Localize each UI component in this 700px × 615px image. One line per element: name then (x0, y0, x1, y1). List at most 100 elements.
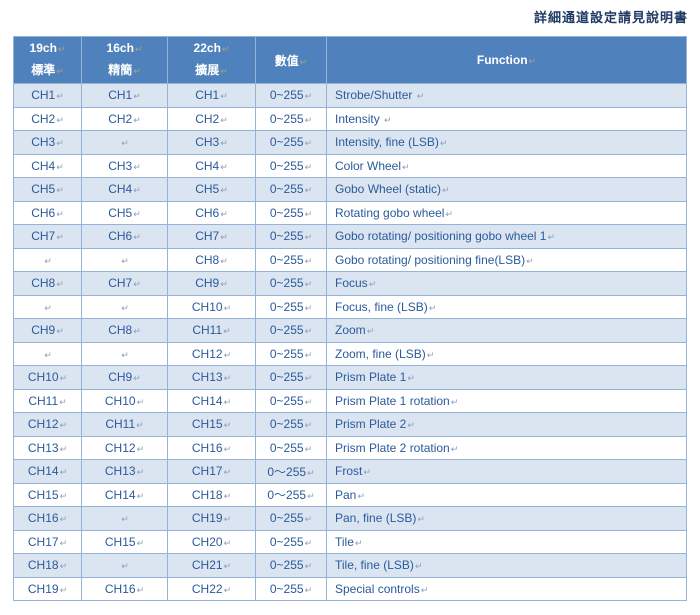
return-mark-icon: ↵ (133, 232, 141, 242)
return-mark-icon: ↵ (60, 444, 68, 454)
cell-text: CH8 (195, 253, 219, 267)
return-mark-icon: ↵ (60, 585, 68, 595)
return-mark-icon: ↵ (451, 397, 459, 407)
cell-text: 0~255 (270, 582, 304, 596)
cell-text: CH14 (28, 464, 59, 478)
cell-ch19: CH10↵ (14, 366, 82, 390)
cell-ch16: ↵ (82, 131, 168, 155)
cell-function: Prism Plate 2↵ (327, 413, 687, 437)
cell-text: CH13 (28, 441, 59, 455)
cell-text: 0~255 (270, 417, 304, 431)
cell-text: Tile (335, 535, 354, 549)
cell-ch16: CH9↵ (82, 366, 168, 390)
cell-ch22: CH12↵ (168, 342, 256, 366)
return-mark-icon: ↵ (305, 326, 313, 336)
cell-text: CH11 (28, 394, 58, 408)
return-mark-icon: ↵ (56, 138, 64, 148)
cell-text: CH8 (108, 323, 132, 337)
return-mark-icon: ↵ (137, 538, 145, 548)
return-mark-icon: ↵ (305, 514, 313, 524)
cell-ch19: CH3↵ (14, 131, 82, 155)
return-mark-icon: ↵ (121, 138, 129, 148)
cell-ch22: CH3↵ (168, 131, 256, 155)
return-mark-icon: ↵ (220, 66, 228, 76)
cell-text: CH7 (31, 229, 55, 243)
return-mark-icon: ↵ (220, 115, 228, 125)
table-row: CH7↵CH6↵CH7↵0~255↵Gobo rotating/ positio… (14, 225, 687, 249)
cell-ch22: CH10↵ (168, 295, 256, 319)
cell-text: CH17 (192, 464, 223, 478)
return-mark-icon: ↵ (427, 350, 435, 360)
return-mark-icon: ↵ (133, 185, 141, 195)
cell-text: 0~255 (270, 558, 304, 572)
cell-ch19: CH2↵ (14, 107, 82, 131)
return-mark-icon: ↵ (133, 373, 141, 383)
cell-text: CH11 (192, 323, 222, 337)
return-mark-icon: ↵ (305, 444, 313, 454)
return-mark-icon: ↵ (60, 373, 68, 383)
cell-ch19: CH7↵ (14, 225, 82, 249)
return-mark-icon: ↵ (133, 66, 141, 76)
cell-text: 0～255 (267, 488, 306, 502)
cell-text: Intensity (335, 112, 383, 126)
cell-function: Prism Plate 1 rotation↵ (327, 389, 687, 413)
header-line: 22ch↵ (168, 38, 255, 60)
return-mark-icon: ↵ (305, 279, 313, 289)
cell-text: Prism Plate 1 rotation (335, 394, 450, 408)
cell-text: Intensity, fine (LSB) (335, 135, 439, 149)
return-mark-icon: ↵ (60, 561, 68, 571)
header-line: 精簡↵ (82, 60, 167, 82)
return-mark-icon: ↵ (222, 44, 230, 54)
return-mark-icon: ↵ (357, 491, 365, 501)
return-mark-icon: ↵ (220, 162, 228, 172)
return-mark-icon: ↵ (133, 162, 141, 172)
cell-value: 0~255↵ (256, 366, 327, 390)
return-mark-icon: ↵ (220, 232, 228, 242)
cell-value: 0~255↵ (256, 84, 327, 108)
return-mark-icon: ↵ (300, 57, 308, 67)
cell-text: CH18 (28, 558, 59, 572)
cell-text: CH2 (195, 112, 219, 126)
cell-ch16: ↵ (82, 507, 168, 531)
table-header: 19ch↵ 標準↵ 16ch↵ 精簡↵ 22ch↵ 擴展↵ 數值↵ Functi… (14, 37, 687, 84)
cell-text: CH9 (31, 323, 55, 337)
cell-text: Zoom, fine (LSB) (335, 347, 426, 361)
return-mark-icon: ↵ (529, 56, 537, 66)
cell-ch22: CH5↵ (168, 178, 256, 202)
return-mark-icon: ↵ (56, 326, 64, 336)
return-mark-icon: ↵ (224, 538, 232, 548)
cell-text: Rotating gobo wheel (335, 206, 444, 220)
cell-ch22: CH11↵ (168, 319, 256, 343)
cell-function: Color Wheel↵ (327, 154, 687, 178)
cell-value: 0~255↵ (256, 507, 327, 531)
return-mark-icon: ↵ (547, 232, 555, 242)
cell-ch19: CH8↵ (14, 272, 82, 296)
return-mark-icon: ↵ (224, 467, 232, 477)
return-mark-icon: ↵ (56, 209, 64, 219)
cell-ch19: CH6↵ (14, 201, 82, 225)
cell-text: CH6 (108, 229, 132, 243)
cell-ch16: CH8↵ (82, 319, 168, 343)
return-mark-icon: ↵ (58, 44, 66, 54)
cell-value: 0～255↵ (256, 460, 327, 484)
return-mark-icon: ↵ (307, 491, 315, 501)
table-row: CH3↵↵CH3↵0~255↵Intensity, fine (LSB)↵ (14, 131, 687, 155)
return-mark-icon: ↵ (220, 138, 228, 148)
cell-text: CH16 (105, 582, 136, 596)
cell-ch22: CH14↵ (168, 389, 256, 413)
cell-text: Prism Plate 2 rotation (335, 441, 450, 455)
cell-ch19: CH16↵ (14, 507, 82, 531)
cell-text: 0~255 (270, 112, 304, 126)
cell-text: CH21 (192, 558, 223, 572)
return-mark-icon: ↵ (135, 44, 143, 54)
return-mark-icon: ↵ (220, 91, 228, 101)
table-row: CH11↵CH10↵CH14↵0~255↵Prism Plate 1 rotat… (14, 389, 687, 413)
return-mark-icon: ↵ (384, 115, 392, 125)
cell-text: Focus (335, 276, 368, 290)
cell-function: Frost↵ (327, 460, 687, 484)
cell-text: CH5 (195, 182, 219, 196)
cell-text: CH10 (192, 300, 223, 314)
return-mark-icon: ↵ (367, 326, 375, 336)
cell-text: CH10 (105, 394, 136, 408)
return-mark-icon: ↵ (224, 514, 232, 524)
